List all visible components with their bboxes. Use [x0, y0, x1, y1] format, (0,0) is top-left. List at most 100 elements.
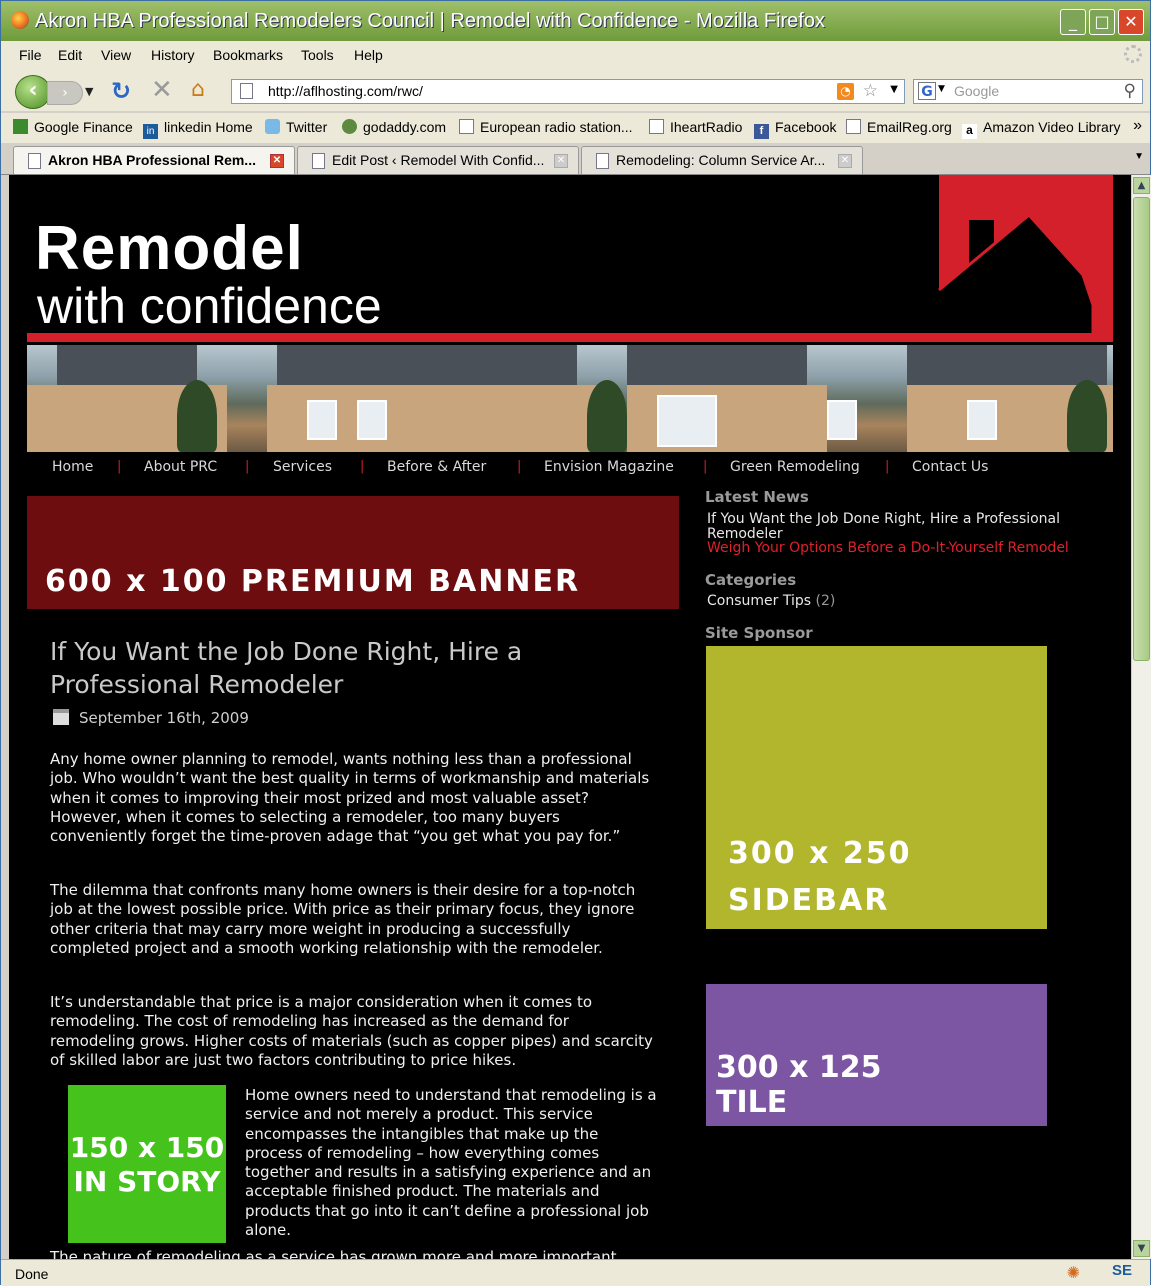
page-icon [596, 153, 609, 169]
vertical-scrollbar[interactable]: ▲ ▼ [1131, 175, 1151, 1259]
categories-heading: Categories [705, 571, 797, 589]
tab-close-icon[interactable]: ✕ [838, 154, 852, 168]
nav-before-after[interactable]: Before & After [387, 459, 486, 475]
post-paragraph: The dilemma that confronts many home own… [50, 881, 636, 957]
bookmark-star-icon[interactable]: ☆ [863, 81, 878, 101]
bookmark-linkedin[interactable]: in linkedin Home [143, 119, 253, 139]
post-paragraph-cut: The nature of remodeling as a service ha… [50, 1248, 617, 1259]
tab-akron-hba[interactable]: Akron HBA Professional Rem... ✕ [13, 146, 295, 174]
post-title[interactable]: If You Want the Job Done Right, Hire a P… [50, 635, 610, 701]
bookmark-twitter[interactable]: Twitter [265, 119, 327, 135]
tab-remodeling-column[interactable]: Remodeling: Column Service Ar... ✕ [581, 146, 863, 174]
nav-envision-magazine[interactable]: Envision Magazine [544, 459, 674, 475]
premium-banner-ad[interactable]: 600 x 100 PREMIUM BANNER [27, 496, 679, 609]
google-engine-icon[interactable]: G [918, 82, 936, 100]
tab-close-icon[interactable]: ✕ [270, 154, 284, 168]
google-finance-icon [13, 119, 28, 134]
premium-banner-text: 600 x 100 PREMIUM BANNER [45, 564, 581, 599]
news-link-hover[interactable]: Weigh Your Options Before a Do-It-Yourse… [707, 541, 1107, 556]
scrollbar-thumb[interactable] [1133, 197, 1150, 661]
bookmark-iheartradio[interactable]: IheartRadio [649, 119, 742, 135]
search-box[interactable]: G ▼ Google ⚲ [913, 79, 1143, 104]
page-icon [649, 119, 664, 134]
logo-remodel[interactable]: Remodel [35, 213, 304, 284]
site-navigation: Home | About PRC | Services | Before & A… [52, 459, 989, 475]
amazon-icon: a [962, 124, 977, 139]
browser-window: Akron HBA Professional Remodelers Counci… [0, 0, 1151, 1286]
nav-green-remodeling[interactable]: Green Remodeling [730, 459, 860, 475]
nav-contact-us[interactable]: Contact Us [912, 459, 988, 475]
scroll-up-icon[interactable]: ▲ [1133, 177, 1150, 194]
post-paragraph: It’s understandable that price is a majo… [50, 993, 653, 1069]
nav-about-prc[interactable]: About PRC [144, 459, 217, 475]
godaddy-icon [342, 119, 357, 134]
reload-icon[interactable]: ↻ [111, 77, 131, 105]
navigation-toolbar: ‹ › ▼ ↻ ✕ ⌂ http://aflhosting.com/rwc/ ◔… [1, 71, 1150, 111]
page-icon [459, 119, 474, 134]
news-link[interactable]: If You Want the Job Done Right, Hire a P… [707, 512, 1107, 542]
sidebar-ad[interactable]: 300 x 250 SIDEBAR [706, 646, 1047, 929]
bookmark-european-radio[interactable]: European radio station... [459, 119, 633, 135]
stop-icon[interactable]: ✕ [151, 75, 173, 105]
house-banner-image [27, 345, 1113, 452]
in-story-ad[interactable]: 150 x 150 IN STORY [68, 1085, 226, 1243]
scroll-down-icon[interactable]: ▼ [1133, 1240, 1150, 1257]
menu-bookmarks[interactable]: Bookmarks [213, 47, 283, 63]
addon-status-icon[interactable]: ✺ [1067, 1263, 1080, 1283]
page-icon [240, 83, 253, 99]
twitter-icon [265, 119, 280, 134]
tab-close-icon[interactable]: ✕ [554, 154, 568, 168]
nav-services[interactable]: Services [273, 459, 332, 475]
logo-tagline: with confidence [37, 278, 382, 334]
menu-bar: File Edit View History Bookmarks Tools H… [1, 41, 1150, 71]
bookmarks-toolbar: Google Finance in linkedin Home Twitter g… [1, 113, 1150, 143]
page-icon [846, 119, 861, 134]
menu-file[interactable]: File [19, 47, 42, 63]
menu-tools[interactable]: Tools [301, 47, 334, 63]
header-red-bar [27, 333, 1113, 342]
bookmark-emailreg[interactable]: EmailReg.org [846, 119, 952, 135]
title-bar: Akron HBA Professional Remodelers Counci… [1, 1, 1150, 41]
page-viewport: Remodel with confidence Home | About PRC… [9, 175, 1131, 1259]
url-text[interactable]: http://aflhosting.com/rwc/ [268, 83, 423, 99]
calendar-icon [53, 709, 69, 725]
firefox-icon [11, 11, 29, 29]
post-date: September 16th, 2009 [53, 709, 249, 727]
facebook-icon: f [754, 124, 769, 139]
rss-icon[interactable]: ◔ [837, 83, 854, 100]
search-icon[interactable]: ⚲ [1124, 81, 1136, 101]
tab-list-icon[interactable]: ▼ [1134, 151, 1144, 162]
forward-button[interactable]: › [47, 81, 83, 105]
url-dropdown-icon[interactable]: ▼ [890, 84, 898, 95]
minimize-button[interactable]: _ [1060, 9, 1086, 35]
tab-edit-post[interactable]: Edit Post ‹ Remodel With Confid... ✕ [297, 146, 579, 174]
history-dropdown-icon[interactable]: ▼ [85, 85, 93, 98]
seo-addon-icon[interactable]: SE [1112, 1262, 1132, 1279]
menu-history[interactable]: History [151, 47, 195, 63]
menu-edit[interactable]: Edit [58, 47, 82, 63]
post-paragraph: Home owners need to understand that remo… [245, 1086, 657, 1240]
url-bar[interactable]: http://aflhosting.com/rwc/ ◔ ☆ ▼ [231, 79, 905, 104]
close-button[interactable]: ✕ [1118, 9, 1144, 35]
menu-help[interactable]: Help [354, 47, 383, 63]
linkedin-icon: in [143, 124, 158, 139]
search-placeholder[interactable]: Google [954, 83, 999, 99]
home-icon[interactable]: ⌂ [191, 77, 205, 102]
back-button[interactable]: ‹ [15, 75, 51, 109]
category-consumer-tips[interactable]: Consumer Tips (2) [707, 593, 835, 609]
post-paragraph: Any home owner planning to remodel, want… [50, 750, 650, 846]
page-icon [28, 153, 41, 169]
page-icon [312, 153, 325, 169]
menu-view[interactable]: View [101, 47, 131, 63]
maximize-button[interactable]: □ [1089, 9, 1115, 35]
site-sponsor-heading: Site Sponsor [705, 624, 813, 642]
bookmark-google-finance[interactable]: Google Finance [13, 119, 133, 135]
tile-ad[interactable]: 300 x 125 TILE [706, 984, 1047, 1126]
bookmark-godaddy[interactable]: godaddy.com [342, 119, 446, 135]
bookmark-amazon-video[interactable]: a Amazon Video Library [962, 119, 1120, 139]
engine-dropdown-icon[interactable]: ▼ [938, 84, 945, 94]
bookmarks-overflow-icon[interactable]: » [1133, 117, 1142, 135]
nav-home[interactable]: Home [52, 459, 93, 475]
bookmark-facebook[interactable]: f Facebook [754, 119, 836, 139]
window-title: Akron HBA Professional Remodelers Counci… [35, 10, 825, 32]
